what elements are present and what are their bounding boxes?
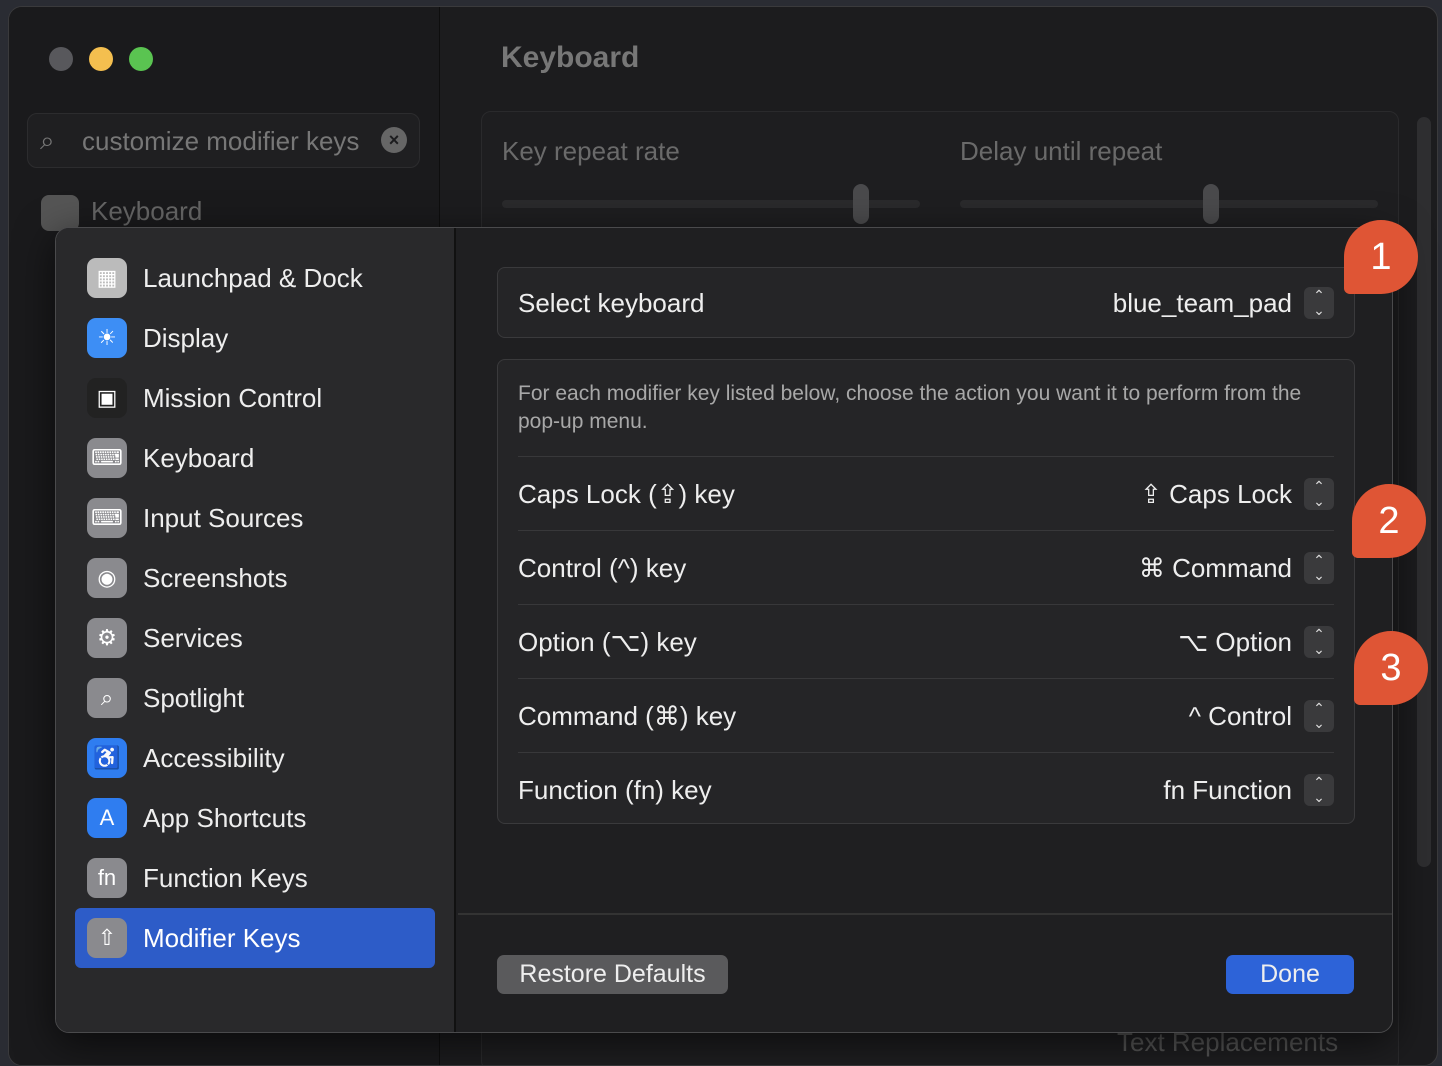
chevron-up-down-icon[interactable]: ⌃ ⌄ [1304, 552, 1334, 584]
close-button[interactable] [49, 47, 73, 71]
sidebar-item-label: Input Sources [143, 503, 304, 533]
zoom-button[interactable] [129, 47, 153, 71]
display-icon: ☀ [87, 318, 127, 358]
modifier-row[interactable]: Option (⌥) key ⌥ Option ⌃ ⌄ [518, 604, 1334, 678]
sidebar-item-label: Modifier Keys [143, 923, 301, 953]
mission-control-icon: ▣ [87, 378, 127, 418]
keyboard-icon [41, 195, 79, 231]
keyboard-icon: ⌨ [87, 438, 127, 478]
chevron-up-down-icon[interactable]: ⌃ ⌄ [1304, 626, 1334, 658]
sidebar-item-services[interactable]: ⚙ Services [75, 608, 435, 668]
modifier-key-label: Caps Lock (⇪) key [518, 479, 735, 509]
sheet-sidebar: ▦ Launchpad & Dock ☀ Display ▣ Mission Contro… [56, 228, 456, 1032]
accessibility-icon: ♿ [87, 738, 127, 778]
minimize-button[interactable] [89, 47, 113, 71]
sidebar-item-launchpad-dock[interactable]: ▦ Launchpad & Dock [75, 248, 435, 308]
search-icon: ⌕ [40, 125, 55, 155]
modifier-keys-icon: ⇧ [87, 918, 127, 958]
modifier-action-popup[interactable]: ^ Control [1189, 679, 1292, 753]
modifier-key-label: Option (⌥) key [518, 627, 697, 657]
modifier-action-popup[interactable]: fn Function [1163, 753, 1292, 827]
modifier-keys-card: For each modifier key listed below, choo… [497, 359, 1355, 824]
sidebar-item-label: Display [143, 323, 229, 353]
sidebar-item-label: Keyboard [91, 195, 203, 226]
clear-search-icon[interactable]: × [381, 127, 407, 153]
input-sources-icon: ⌨ [87, 498, 127, 538]
chevron-up-down-icon[interactable]: ⌃ ⌄ [1304, 287, 1334, 319]
modifier-key-label: Control (^) key [518, 553, 687, 583]
annotation-badge-1: 1 [1344, 220, 1418, 294]
key-repeat-knob[interactable] [853, 184, 870, 224]
sidebar-item-label: Function Keys [143, 863, 308, 893]
sidebar-item-label: Keyboard [143, 443, 255, 473]
sidebar-item-screenshots[interactable]: ◉ Screenshots [75, 548, 435, 608]
function-keys-icon: fn [87, 858, 127, 898]
sidebar-item-input-sources[interactable]: ⌨ Input Sources [75, 488, 435, 548]
divider [458, 913, 1392, 915]
modifier-action-popup[interactable]: ⌘ Command [1139, 531, 1292, 605]
modifier-action-popup[interactable]: ⇪ Caps Lock [1140, 457, 1292, 531]
chevron-up-down-icon[interactable]: ⌃ ⌄ [1304, 478, 1334, 510]
sidebar-item-label: Launchpad & Dock [143, 263, 363, 293]
select-keyboard-card: Select keyboard blue_team_pad ⌃ ⌄ [497, 267, 1355, 338]
modifier-row[interactable]: Function (fn) key fn Function ⌃ ⌄ [518, 752, 1334, 826]
delay-knob[interactable] [1202, 184, 1219, 224]
annotation-badge-2: 2 [1352, 484, 1426, 558]
select-keyboard-label: Select keyboard [518, 288, 705, 318]
description-text: For each modifier key listed below, choo… [518, 382, 1302, 433]
select-keyboard-row[interactable]: Select keyboard blue_team_pad ⌃ ⌄ [518, 266, 1334, 340]
sidebar-item-accessibility[interactable]: ♿ Accessibility [75, 728, 435, 788]
sidebar-item-label: Accessibility [143, 743, 285, 773]
sidebar-item-keyboard[interactable]: ⌨ Keyboard [75, 428, 435, 488]
spotlight-icon: ⌕ [87, 678, 127, 718]
modifier-keys-sheet: ▦ Launchpad & Dock ☀ Display ▣ Mission Contro… [55, 227, 1393, 1033]
scrollbar[interactable] [1417, 117, 1431, 867]
modifier-row[interactable]: Control (^) key ⌘ Command ⌃ ⌄ [518, 530, 1334, 604]
done-button[interactable]: Done [1226, 955, 1354, 994]
sidebar-item-label: Services [143, 623, 243, 653]
restore-defaults-button[interactable]: Restore Defaults [497, 955, 728, 994]
key-repeat-label: Key repeat rate [502, 136, 680, 166]
modifier-key-label: Function (fn) key [518, 775, 712, 805]
sidebar-item-label: Spotlight [143, 683, 245, 713]
sidebar-item-keyboard[interactable]: Keyboard [41, 195, 202, 231]
services-icon: ⚙ [87, 618, 127, 658]
modifier-row[interactable]: Caps Lock (⇪) key ⇪ Caps Lock ⌃ ⌄ [518, 456, 1334, 530]
delay-slider[interactable] [960, 200, 1378, 208]
chevron-up-down-icon[interactable]: ⌃ ⌄ [1304, 700, 1334, 732]
app-shortcuts-icon: A [87, 798, 127, 838]
search-value: customize modifier keys [82, 126, 360, 156]
sidebar-item-mission-control[interactable]: ▣ Mission Control [75, 368, 435, 428]
modifier-action-popup[interactable]: ⌥ Option [1178, 605, 1292, 679]
modifier-key-label: Command (⌘) key [518, 701, 737, 731]
sidebar-item-label: Screenshots [143, 563, 288, 593]
page-title: Keyboard [501, 41, 640, 74]
search-input[interactable]: ⌕ customize modifier keys × [27, 113, 420, 168]
launchpad-icon: ▦ [87, 258, 127, 298]
annotation-badge-3: 3 [1354, 631, 1428, 705]
screenshots-icon: ◉ [87, 558, 127, 598]
modifier-row[interactable]: Command (⌘) key ^ Control ⌃ ⌄ [518, 678, 1334, 752]
sidebar-item-app-shortcuts[interactable]: A App Shortcuts [75, 788, 435, 848]
chevron-up-down-icon[interactable]: ⌃ ⌄ [1304, 774, 1334, 806]
keyboard-popup[interactable]: blue_team_pad [1113, 266, 1292, 340]
delay-label: Delay until repeat [960, 136, 1163, 166]
sidebar-item-label: App Shortcuts [143, 803, 307, 833]
sidebar-item-modifier-keys[interactable]: ⇧ Modifier Keys [75, 908, 435, 968]
sidebar-item-display[interactable]: ☀ Display [75, 308, 435, 368]
sidebar-item-function-keys[interactable]: fn Function Keys [75, 848, 435, 908]
sidebar-item-spotlight[interactable]: ⌕ Spotlight [75, 668, 435, 728]
sidebar-item-label: Mission Control [143, 383, 323, 413]
